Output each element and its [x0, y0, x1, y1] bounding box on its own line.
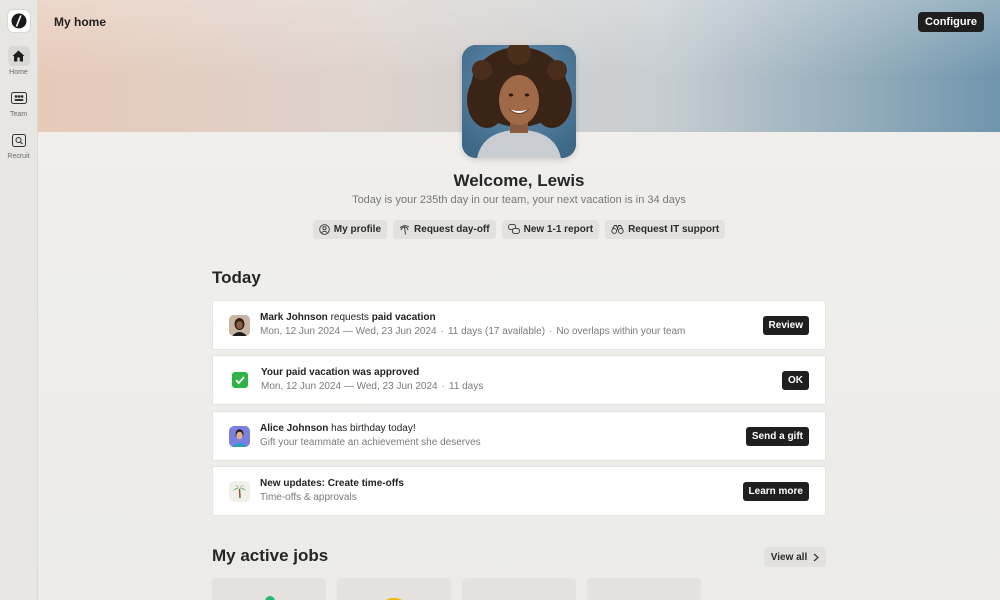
today-item-birthday: Alice Johnson has birthday today! Gift y… [212, 411, 826, 461]
user-circle-icon [319, 224, 330, 235]
quick-action-label: New 1-1 report [523, 224, 594, 235]
home-icon [7, 46, 30, 66]
job-card-icon [462, 578, 576, 600]
job-card-icon [265, 596, 275, 600]
job-card[interactable] [212, 578, 326, 600]
item-text: requests [327, 312, 372, 323]
requester-name: Mark Johnson [260, 312, 328, 323]
app-logo[interactable] [7, 10, 30, 32]
quick-action-label: My profile [333, 224, 382, 235]
palm-tree-icon [229, 480, 250, 502]
quick-action-label: Request IT support [628, 224, 720, 235]
item-title: New updates: Create time-offs [260, 478, 404, 489]
ok-button[interactable]: OK [782, 370, 809, 390]
send-gift-button[interactable]: Send a gift [745, 426, 809, 446]
main-content: My home Configure Welcome, Lewis Today i… [38, 0, 1000, 600]
date-range: Mon, 12 Jun 2024 — Wed, 23 Jun 2024 [261, 381, 438, 392]
job-card[interactable] [337, 578, 451, 600]
today-item-vacation-approved: Your paid vacation was approved Mon, 12 … [212, 355, 826, 405]
new-1-1-report-button[interactable]: New 1-1 report [501, 220, 600, 239]
team-icon [8, 88, 30, 108]
job-card[interactable] [587, 578, 701, 600]
today-section-title: Today [212, 268, 261, 287]
item-description: Time-offs & approvals [260, 492, 357, 503]
job-card-icon [587, 578, 701, 600]
jobs-section-title: My active jobs [212, 546, 329, 565]
quick-action-label: Request day-off [414, 224, 490, 235]
item-description: Gift your teammate an achievement she de… [260, 437, 481, 448]
sidebar-item-label: Home [9, 69, 28, 76]
date-range: Mon, 12 Jun 2024 — Wed, 23 Jun 2024 [260, 326, 437, 337]
app-window: Home Team Recruit My home Configure Welc… [0, 0, 1000, 600]
welcome-title: Welcome, Lewis [453, 171, 585, 190]
today-item-vacation-request: Mark Johnson requests paid vacation Mon,… [212, 300, 826, 350]
sidebar-item-label: Recruit [7, 153, 30, 160]
today-item-updates: New updates: Create time-offs Time-offs … [212, 466, 826, 516]
job-card[interactable] [462, 578, 576, 600]
request-day-off-button[interactable]: Request day-off [393, 220, 496, 239]
recruit-icon [8, 130, 30, 150]
chevron-right-icon [813, 553, 820, 561]
job-card-icon [386, 598, 402, 600]
profile-avatar [462, 45, 576, 158]
review-button[interactable]: Review [762, 315, 809, 335]
logo-icon [11, 13, 26, 29]
sidebar-item-team[interactable]: Team [8, 88, 30, 118]
sidebar-item-home[interactable]: Home [7, 46, 30, 76]
days-count: 11 days [448, 381, 484, 392]
request-type: paid vacation [371, 312, 436, 323]
sidebar-item-recruit[interactable]: Recruit [7, 130, 30, 160]
avatar [229, 425, 250, 447]
request-it-support-button[interactable]: Request IT support [605, 220, 726, 239]
chat-bubbles-icon [507, 224, 520, 234]
avatar [229, 314, 250, 336]
overlap-status: No overlaps within your team [556, 326, 686, 337]
view-all-label: View all [770, 551, 808, 563]
my-profile-button[interactable]: My profile [312, 220, 388, 239]
welcome-subtitle: Today is your 235th day in our team, you… [352, 194, 686, 206]
learn-more-button[interactable]: Learn more [742, 481, 809, 501]
teammate-name: Alice Johnson [260, 423, 329, 434]
days-count: 11 days (17 available) [447, 326, 546, 337]
sidebar: Home Team Recruit [0, 0, 38, 600]
palm-tree-icon [399, 225, 410, 235]
configure-button[interactable]: Configure [918, 12, 984, 32]
page-title: My home [54, 15, 107, 29]
quick-actions: My profile Request day-off New 1-1 repor… [38, 220, 1000, 239]
view-all-button[interactable]: View all [764, 547, 826, 567]
sidebar-item-label: Team [9, 111, 28, 118]
item-title: Your paid vacation was approved [261, 367, 420, 378]
item-text: has birthday today! [328, 423, 416, 434]
check-icon [232, 372, 248, 388]
binoculars-icon [611, 225, 624, 234]
